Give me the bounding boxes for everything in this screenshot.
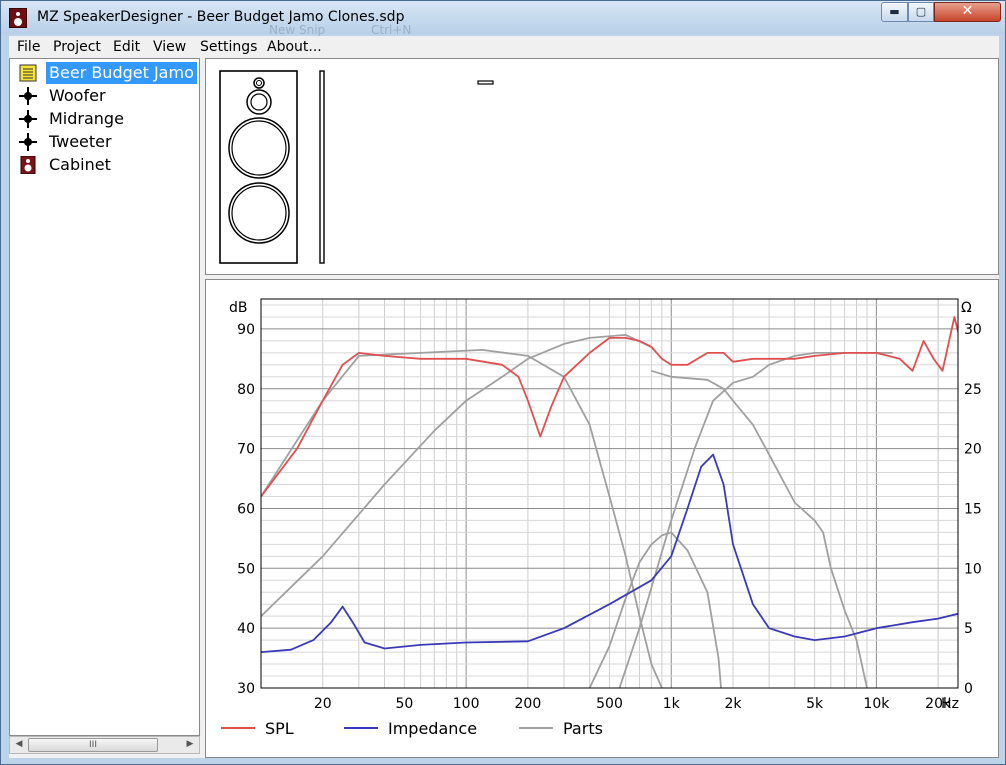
- title-bar[interactable]: MZ SpeakerDesigner - Beer Budget Jamo Cl…: [1, 1, 1005, 37]
- legend-label: Impedance: [388, 719, 477, 738]
- menu-file[interactable]: File: [17, 39, 40, 55]
- app-speaker-icon[interactable]: [9, 8, 27, 28]
- tree-label-midrange: Midrange: [49, 109, 124, 128]
- cabinet-front-view: [219, 70, 298, 264]
- y2-tick-label: 25: [964, 382, 982, 398]
- app-window: MZ SpeakerDesigner - Beer Budget Jamo Cl…: [0, 0, 1006, 765]
- chart-legend: SPL Impedance Parts: [221, 719, 603, 738]
- y2-tick-label: 0: [964, 681, 973, 697]
- cabinet-preview[interactable]: [205, 58, 999, 275]
- driver-icon: [19, 110, 37, 128]
- tree-label-tweeter: Tweeter: [49, 132, 112, 151]
- x-tick-label: 5k: [806, 696, 824, 712]
- menu-about[interactable]: About...: [267, 39, 322, 55]
- scroll-thumb[interactable]: III: [28, 738, 158, 752]
- y-tick-label: 30: [237, 681, 255, 697]
- y-tick-label: 40: [237, 621, 255, 637]
- y2-tick-label: 15: [964, 501, 982, 517]
- y2-tick-labels: 0 5 10 15 20 25 30: [964, 322, 982, 697]
- menu-settings[interactable]: Settings: [200, 39, 257, 55]
- cabinet-icon: [20, 156, 36, 174]
- x-tick-label: Hz: [941, 696, 959, 712]
- spl-curve: [261, 316, 958, 498]
- scroll-left-arrow-icon[interactable]: ◀: [12, 739, 26, 751]
- menu-view[interactable]: View: [153, 39, 186, 55]
- menu-edit[interactable]: Edit: [113, 39, 140, 55]
- y-tick-label: 70: [237, 442, 255, 458]
- y2-tick-label: 30: [964, 322, 982, 338]
- scroll-right-arrow-icon[interactable]: ▶: [183, 739, 197, 751]
- frequency-response-chart: dB Ω 30 40 50 60 70 80 90 0 5 10 15 20 25 30 20 50 100…: [221, 298, 982, 738]
- cabinet-drawing: [219, 70, 494, 264]
- ghost-menu-text: New Snip: [269, 23, 326, 37]
- x-tick-label: 2k: [724, 696, 742, 712]
- maximize-button[interactable]: ▢: [908, 2, 934, 22]
- close-button[interactable]: ✕: [934, 2, 1001, 22]
- x-tick-label: 20: [314, 696, 332, 712]
- y-tick-labels: 30 40 50 60 70 80 90: [237, 322, 255, 697]
- x-tick-label: 200: [515, 696, 542, 712]
- y-tick-label: 90: [237, 322, 255, 338]
- x-tick-label: 10k: [863, 696, 890, 712]
- y2-tick-label: 10: [964, 561, 982, 577]
- legend-label: Parts: [563, 719, 603, 738]
- y-tick-label: 60: [237, 501, 255, 517]
- driver-icon: [19, 87, 37, 105]
- y2-tick-label: 5: [964, 621, 973, 637]
- notes-icon: [19, 64, 37, 82]
- menu-bar: File Project Edit View Settings About...: [9, 36, 999, 58]
- x-tick-label: 500: [596, 696, 623, 712]
- design-pane: dB Ω 30 40 50 60 70 80 90 0 5 10 15 20 25 30 20 50 100…: [205, 58, 999, 758]
- x-tick-label: 1k: [663, 696, 681, 712]
- tree-label-project: Beer Budget Jamo: [46, 62, 197, 84]
- tree-label-woofer: Woofer: [49, 86, 106, 105]
- y2-axis-unit-label: Ω: [961, 300, 972, 316]
- y2-tick-label: 20: [964, 442, 982, 458]
- x-tick-label: 100: [453, 696, 480, 712]
- y-tick-label: 50: [237, 561, 255, 577]
- cabinet-top-view: [477, 80, 494, 85]
- driver-icon: [19, 133, 37, 151]
- y-tick-label: 80: [237, 382, 255, 398]
- cabinet-side-view: [319, 70, 325, 264]
- y-axis-unit-label: dB: [229, 300, 248, 316]
- window-title: MZ SpeakerDesigner - Beer Budget Jamo Cl…: [37, 9, 405, 25]
- x-tick-labels: 20 50 100 200 500 1k 2k 5k 10k 20kHz: [314, 696, 959, 712]
- x-tick-label: 50: [395, 696, 413, 712]
- response-graph[interactable]: dB Ω 30 40 50 60 70 80 90 0 5 10 15 20 25 30 20 50 100…: [205, 279, 999, 758]
- ghost-shortcut-text: Ctrl+N: [371, 23, 412, 37]
- tree-horizontal-scrollbar[interactable]: ◀ III ▶: [9, 736, 200, 754]
- client-area: Beer Budget Jamo Woofer Midrange Tweeter…: [9, 58, 999, 758]
- minimize-button[interactable]: ▬: [881, 2, 908, 22]
- menu-project[interactable]: Project: [53, 39, 101, 55]
- tree-label-cabinet: Cabinet: [49, 155, 111, 174]
- legend-label: SPL: [265, 719, 294, 738]
- project-tree[interactable]: Beer Budget Jamo Woofer Midrange Tweeter…: [9, 58, 200, 736]
